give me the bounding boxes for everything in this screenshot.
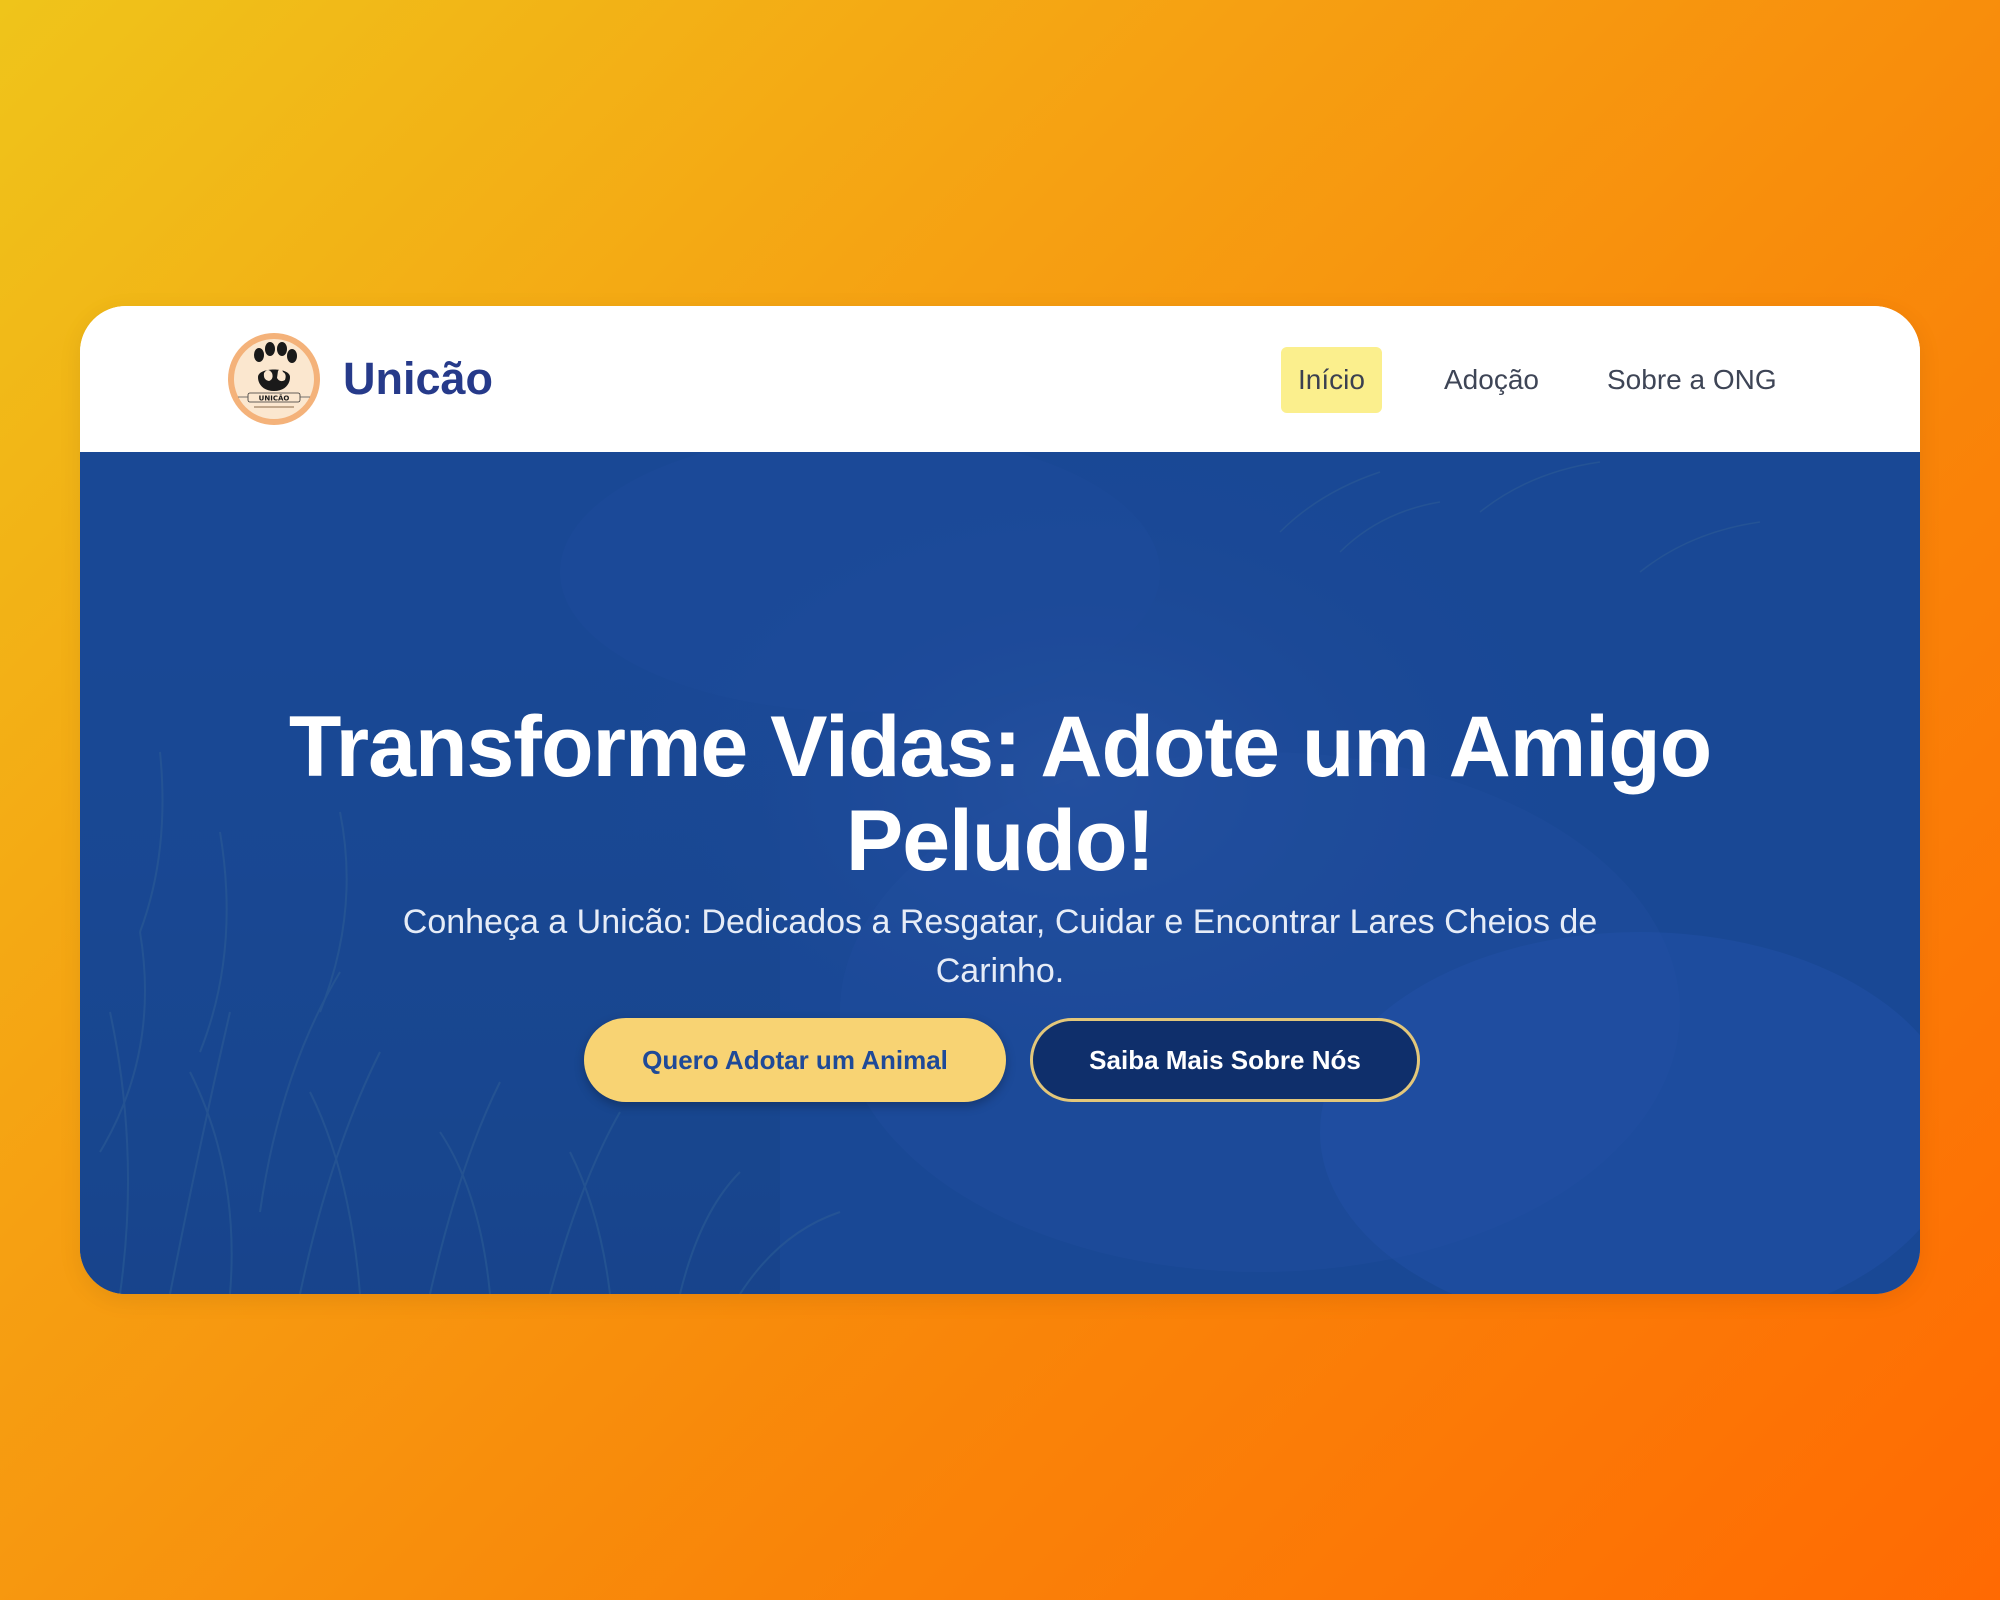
adopt-animal-button[interactable]: Quero Adotar um Animal bbox=[584, 1018, 1006, 1102]
paw-print-logo-icon: UNICÃO bbox=[238, 342, 310, 408]
hero-section: Transforme Vidas: Adote um Amigo Peludo!… bbox=[80, 452, 1920, 1294]
learn-more-button[interactable]: Saiba Mais Sobre Nós bbox=[1030, 1018, 1420, 1102]
nav-item-inicio[interactable]: Início bbox=[1281, 347, 1382, 413]
browser-window: UNICÃO Unicão Início Adoção Sobre a ONG bbox=[80, 306, 1920, 1294]
navbar: UNICÃO Unicão Início Adoção Sobre a ONG bbox=[80, 306, 1920, 452]
svg-text:UNICÃO: UNICÃO bbox=[259, 394, 290, 403]
nav-item-sobre-a-ong[interactable]: Sobre a ONG bbox=[1590, 347, 1794, 413]
nav-item-adocao[interactable]: Adoção bbox=[1427, 347, 1556, 413]
logo[interactable]: UNICÃO bbox=[228, 333, 320, 425]
brand-name[interactable]: Unicão bbox=[343, 352, 493, 406]
hero-title: Transforme Vidas: Adote um Amigo Peludo! bbox=[288, 698, 1712, 889]
hero-subtitle: Conheça a Unicão: Dedicados a Resgatar, … bbox=[402, 903, 1598, 990]
